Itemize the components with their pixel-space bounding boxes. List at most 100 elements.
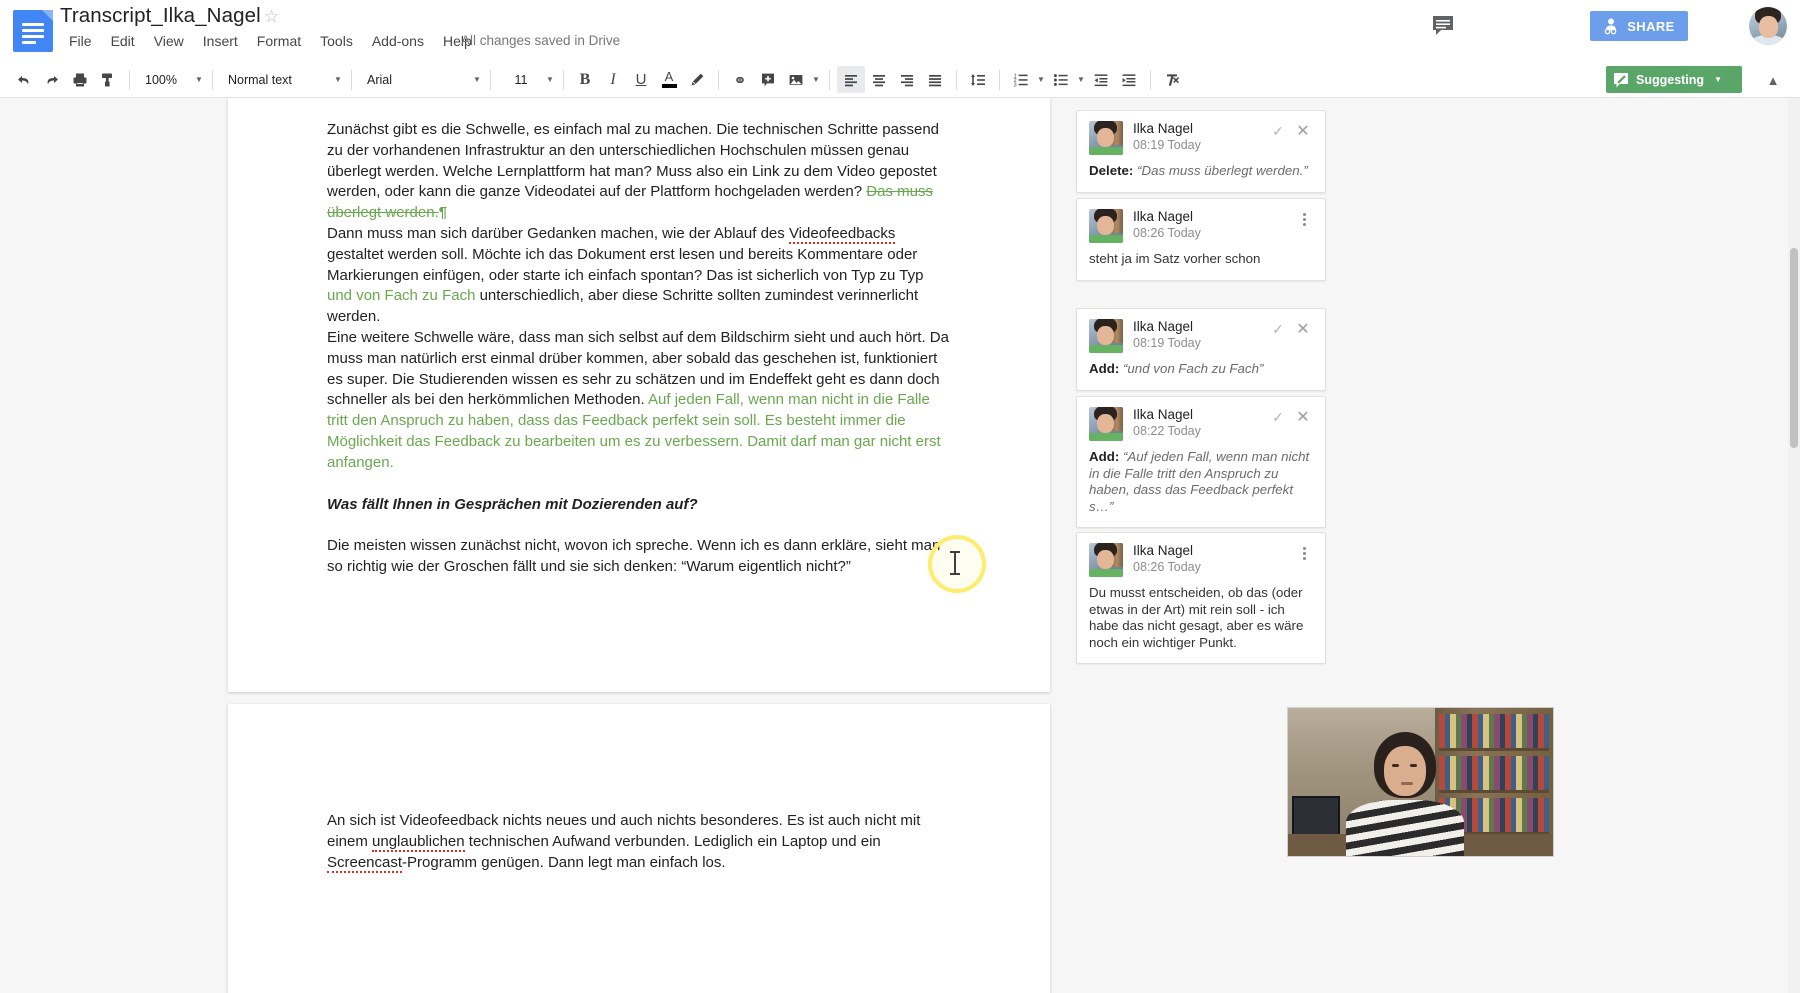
close-icon[interactable]: ✕ [1294, 408, 1312, 426]
decrease-indent-icon[interactable] [1087, 66, 1115, 93]
comment-author: Ilka Nagel [1133, 543, 1193, 558]
suggesting-pencil-icon [1612, 71, 1630, 89]
paragraph-2-text-b: gestaltet werden soll. Möchte ich das Do… [327, 246, 923, 284]
paragraph-4-question[interactable]: Was fällt Ihnen in Gesprächen mit Dozier… [327, 495, 952, 516]
underline-button[interactable]: U [627, 66, 655, 93]
more-options-icon[interactable] [1295, 209, 1313, 229]
avatar[interactable] [1749, 7, 1787, 45]
paragraph-6-text-b: technischen Aufwand verbunden. Lediglich… [465, 833, 881, 850]
menu-insert[interactable]: Insert [194, 30, 247, 52]
print-icon[interactable] [66, 66, 94, 93]
clear-formatting-icon[interactable] [1158, 66, 1186, 93]
comments-sidebar: Ilka Nagel 08:19 Today ✓ ✕ Delete: “Das … [1062, 98, 1800, 993]
webcam-video-overlay[interactable] [1287, 707, 1554, 857]
person-body [1346, 800, 1464, 856]
comment-card[interactable]: Ilka Nagel 08:22 Today ✓ ✕ Add: “Auf jed… [1076, 396, 1326, 528]
bulleted-list-chevron-down-icon[interactable]: ▼ [1075, 75, 1087, 84]
more-options-icon[interactable] [1295, 543, 1313, 563]
vertical-scrollbar[interactable] [1788, 98, 1800, 993]
italic-button[interactable]: I [599, 66, 627, 93]
comment-body: Add: “und von Fach zu Fach” [1089, 361, 1313, 378]
zoom-selector[interactable]: 100% [137, 69, 193, 91]
highlight-pen-icon[interactable] [683, 66, 711, 93]
align-right-icon[interactable] [893, 66, 921, 93]
font-size-chevron-down-icon[interactable]: ▼ [544, 75, 556, 84]
comment-card[interactable]: Ilka Nagel 08:26 Today steht ja im Satz … [1076, 198, 1326, 281]
font-chevron-down-icon[interactable]: ▼ [471, 75, 483, 84]
menu-format[interactable]: Format [248, 30, 310, 52]
insert-link-icon[interactable] [726, 66, 754, 93]
scrollbar-thumb[interactable] [1790, 248, 1798, 448]
paragraph-style-selector[interactable]: Normal text [220, 69, 332, 91]
share-button[interactable]: SHARE [1590, 11, 1688, 41]
star-outline-icon[interactable]: ☆ [264, 8, 279, 25]
comment-author: Ilka Nagel [1133, 319, 1193, 334]
menu-file[interactable]: File [60, 30, 101, 52]
paint-format-icon[interactable] [94, 66, 122, 93]
checkmark-icon[interactable]: ✓ [1269, 408, 1287, 426]
comment-avatar [1089, 121, 1123, 155]
font-family-selector[interactable]: Arial [359, 69, 471, 91]
close-icon[interactable]: ✕ [1294, 122, 1312, 140]
svg-text:3: 3 [1014, 82, 1017, 88]
pilcrow-mark: ¶ [439, 204, 447, 221]
numbered-list-chevron-down-icon[interactable]: ▼ [1035, 75, 1047, 84]
comment-header: Ilka Nagel 08:26 Today [1089, 543, 1313, 583]
align-center-icon[interactable] [865, 66, 893, 93]
comment-card[interactable]: Ilka Nagel 08:19 Today ✓ ✕ Add: “und von… [1076, 308, 1326, 391]
paragraph-2-text-a: Dann muss man sich darüber Gedanken mach… [327, 225, 789, 242]
editing-mode-button[interactable]: Suggesting ▼ [1606, 66, 1742, 93]
page-1-content[interactable]: Zunächst gibt es die Schwelle, es einfac… [327, 120, 952, 578]
image-chevron-down-icon[interactable]: ▼ [810, 75, 822, 84]
font-size-selector[interactable]: 11 [498, 69, 544, 91]
close-icon[interactable]: ✕ [1294, 320, 1312, 338]
bold-button[interactable]: B [571, 66, 599, 93]
comment-card[interactable]: Ilka Nagel 08:19 Today ✓ ✕ Delete: “Das … [1076, 110, 1326, 193]
numbered-list-icon[interactable]: 1 2 3 [1007, 66, 1035, 93]
chevron-up-icon[interactable]: ▲ [1760, 68, 1786, 92]
style-chevron-down-icon[interactable]: ▼ [332, 75, 344, 84]
bulleted-list-icon[interactable] [1047, 66, 1075, 93]
insert-image-icon[interactable] [782, 66, 810, 93]
checkmark-icon[interactable]: ✓ [1269, 122, 1287, 140]
comment-header: Ilka Nagel 08:19 Today ✓ ✕ [1089, 319, 1313, 359]
menu-tools[interactable]: Tools [311, 30, 362, 52]
comment-timestamp: 08:26 Today [1133, 226, 1201, 240]
page-2-content[interactable]: An sich ist Videofeedback nichts neues u… [327, 811, 952, 873]
paragraph-1[interactable]: Zunächst gibt es die Schwelle, es einfac… [327, 120, 952, 224]
checkmark-icon[interactable]: ✓ [1269, 320, 1287, 338]
paragraph-6[interactable]: An sich ist Videofeedback nichts neues u… [327, 811, 952, 873]
menu-addons[interactable]: Add-ons [363, 30, 433, 52]
misspelled-word-unglaublichen: unglaublichen [372, 833, 465, 852]
add-comment-icon[interactable] [754, 66, 782, 93]
menu-edit[interactable]: Edit [102, 30, 144, 52]
comment-card[interactable]: Ilka Nagel 08:26 Today Du musst entschei… [1076, 532, 1326, 664]
text-color-button[interactable]: A [655, 66, 683, 93]
line-spacing-icon[interactable] [964, 66, 992, 93]
redo-icon[interactable] [38, 66, 66, 93]
italic-label: I [610, 71, 615, 89]
paragraph-3[interactable]: Eine weitere Schwelle wäre, dass man sic… [327, 328, 952, 474]
paragraph-6-text-c: -Programm genügen. Dann legt man einfach… [402, 854, 726, 871]
share-button-label: SHARE [1627, 19, 1675, 34]
comment-avatar [1089, 319, 1123, 353]
paragraph-5-text: Die meisten wissen zunächst nicht, wovon… [327, 537, 940, 575]
document-title[interactable]: Transcript_Ilka_Nagel [60, 4, 261, 28]
comment-quote: “und von Fach zu Fach” [1123, 361, 1263, 376]
comment-body: Delete: “Das muss überlegt werden.” [1089, 163, 1313, 180]
menu-view[interactable]: View [145, 30, 193, 52]
zoom-chevron-down-icon[interactable]: ▼ [193, 75, 205, 84]
comment-timestamp: 08:19 Today [1133, 336, 1201, 350]
align-justify-icon[interactable] [921, 66, 949, 93]
paragraph-2[interactable]: Dann muss man sich darüber Gedanken mach… [327, 224, 952, 328]
mode-chevron-down-icon[interactable]: ▼ [1714, 75, 1722, 84]
comment-quote: “Das muss überlegt werden.” [1137, 163, 1308, 178]
comment-timestamp: 08:19 Today [1133, 138, 1201, 152]
undo-icon[interactable] [10, 66, 38, 93]
comment-icon[interactable] [1430, 13, 1460, 39]
paragraph-5[interactable]: Die meisten wissen zunächst nicht, wovon… [327, 536, 952, 578]
align-left-icon[interactable] [837, 66, 865, 93]
increase-indent-icon[interactable] [1115, 66, 1143, 93]
editing-mode-label: Suggesting [1636, 73, 1704, 87]
comment-action-label: Add: [1089, 361, 1119, 376]
